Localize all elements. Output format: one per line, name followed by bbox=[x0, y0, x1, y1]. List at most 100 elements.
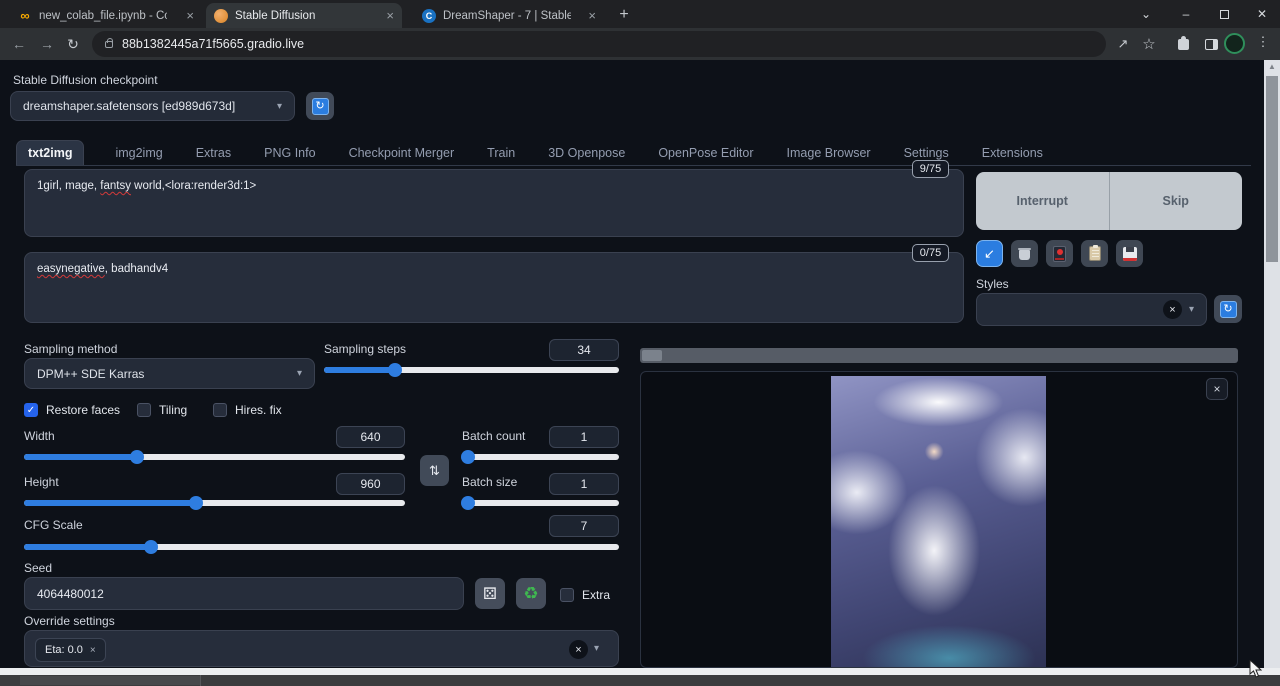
tab-txt2img[interactable]: txt2img bbox=[16, 140, 84, 165]
browser-tab-title: new_colab_file.ipynb - Colaborat bbox=[39, 10, 167, 22]
slider-thumb[interactable] bbox=[189, 496, 203, 510]
hires-fix-checkbox[interactable] bbox=[213, 403, 227, 417]
slider-thumb[interactable] bbox=[388, 363, 402, 377]
cfg-scale-slider[interactable] bbox=[24, 540, 619, 554]
clear-styles-icon[interactable]: × bbox=[1163, 300, 1182, 319]
tab-img2img[interactable]: img2img bbox=[113, 141, 164, 165]
height-value[interactable]: 960 bbox=[336, 473, 405, 495]
restore-faces-option[interactable]: ✓ Restore faces bbox=[24, 403, 120, 417]
dice-icon: ⚄ bbox=[483, 584, 497, 604]
new-tab-button[interactable]: + bbox=[612, 4, 636, 26]
slider-track bbox=[24, 500, 405, 506]
profile-avatar[interactable] bbox=[1224, 33, 1245, 54]
override-settings-label: Override settings bbox=[24, 614, 115, 628]
tab-extensions[interactable]: Extensions bbox=[980, 141, 1045, 165]
sampling-steps-slider[interactable] bbox=[324, 363, 619, 377]
clear-prompt-button[interactable] bbox=[1011, 240, 1038, 267]
browser-tab-dreamshaper[interactable]: C DreamShaper - 7 | Stable Diffusio × bbox=[414, 3, 604, 28]
width-slider[interactable] bbox=[24, 450, 405, 464]
tab-3d-openpose[interactable]: 3D Openpose bbox=[546, 141, 627, 165]
chevron-down-icon: ▾ bbox=[1189, 304, 1194, 315]
hires-fix-option[interactable]: Hires. fix bbox=[213, 403, 282, 417]
forward-button[interactable]: → bbox=[36, 34, 58, 54]
batch-size-slider[interactable] bbox=[462, 496, 619, 510]
tiling-option[interactable]: Tiling bbox=[137, 403, 187, 417]
scrollbar-thumb[interactable] bbox=[1266, 76, 1278, 262]
extensions-puzzle-icon[interactable] bbox=[1172, 35, 1194, 53]
browser-tab-colab[interactable]: ∞ new_colab_file.ipynb - Colaborat × bbox=[10, 3, 202, 28]
seed-extra-option[interactable]: Extra bbox=[560, 588, 610, 602]
reload-button[interactable]: ↻ bbox=[62, 34, 84, 54]
restore-faces-checkbox[interactable]: ✓ bbox=[24, 403, 38, 417]
extra-networks-button[interactable] bbox=[1046, 240, 1073, 267]
sampling-steps-value[interactable]: 34 bbox=[549, 339, 619, 361]
refresh-styles-button[interactable]: ↻ bbox=[1214, 295, 1242, 323]
width-value[interactable]: 640 bbox=[336, 426, 405, 448]
slider-thumb[interactable] bbox=[144, 540, 158, 554]
slider-thumb[interactable] bbox=[461, 450, 475, 464]
tab-checkpoint-merger[interactable]: Checkpoint Merger bbox=[347, 141, 457, 165]
swap-dimensions-button[interactable]: ⇅ bbox=[420, 455, 449, 486]
lock-icon[interactable] bbox=[105, 41, 113, 48]
generated-image[interactable] bbox=[831, 376, 1046, 667]
seed-input[interactable]: 4064480012 bbox=[24, 577, 464, 610]
back-button[interactable]: ← bbox=[8, 34, 30, 54]
page-scrollbar[interactable]: ▲ bbox=[1264, 60, 1280, 668]
negative-token-counter: 0/75 bbox=[912, 244, 949, 262]
styles-dropdown[interactable]: × ▾ bbox=[976, 293, 1207, 326]
browser-tab-title: DreamShaper - 7 | Stable Diffusio bbox=[443, 10, 571, 22]
bookmark-star-icon[interactable]: ☆ bbox=[1138, 35, 1160, 53]
swap-arrows-icon: ⇅ bbox=[429, 463, 440, 479]
checkpoint-dropdown[interactable]: dreamshaper.safetensors [ed989d673d] ▾ bbox=[10, 91, 295, 121]
browser-tab-title: Stable Diffusion bbox=[235, 10, 315, 22]
tab-png-info[interactable]: PNG Info bbox=[262, 141, 317, 165]
prompt-input[interactable]: 1girl, mage, fantsy world,<lora:render3d… bbox=[24, 169, 964, 237]
batch-count-slider[interactable] bbox=[462, 450, 619, 464]
tab-image-browser[interactable]: Image Browser bbox=[785, 141, 873, 165]
refresh-checkpoints-button[interactable]: ↻ bbox=[306, 92, 334, 120]
tiling-checkbox[interactable] bbox=[137, 403, 151, 417]
reuse-seed-button[interactable]: ♻ bbox=[516, 578, 546, 609]
paste-generation-params-button[interactable]: ↙ bbox=[976, 240, 1003, 267]
slider-thumb[interactable] bbox=[130, 450, 144, 464]
address-bar[interactable]: 88b1382445a71f5665.gradio.live bbox=[92, 31, 1106, 57]
slider-track bbox=[24, 544, 619, 550]
output-gallery[interactable]: × bbox=[640, 371, 1238, 668]
window-close-button[interactable]: ✕ bbox=[1244, 0, 1280, 28]
tab-openpose-editor[interactable]: OpenPose Editor bbox=[656, 141, 755, 165]
batch-size-value[interactable]: 1 bbox=[549, 473, 619, 495]
close-tab-icon[interactable]: × bbox=[386, 8, 394, 23]
height-slider[interactable] bbox=[24, 496, 405, 510]
sampling-method-dropdown[interactable]: DPM++ SDE Karras ▾ bbox=[24, 358, 315, 389]
cfg-scale-value[interactable]: 7 bbox=[549, 515, 619, 537]
scrollbar-up-icon[interactable]: ▲ bbox=[1264, 62, 1280, 71]
override-settings-dropdown[interactable]: Eta: 0.0 × × ▾ bbox=[24, 630, 619, 667]
skip-button[interactable]: Skip bbox=[1109, 172, 1243, 230]
close-tab-icon[interactable]: × bbox=[186, 8, 194, 23]
apply-style-button[interactable] bbox=[1081, 240, 1108, 267]
slider-thumb[interactable] bbox=[461, 496, 475, 510]
window-minimize-button[interactable]: – bbox=[1168, 0, 1204, 28]
cfg-scale-label: CFG Scale bbox=[24, 518, 83, 532]
window-maximize-button[interactable] bbox=[1206, 0, 1242, 28]
clear-override-icon[interactable]: × bbox=[569, 640, 588, 659]
close-image-button[interactable]: × bbox=[1206, 378, 1228, 400]
interrupt-button[interactable]: Interrupt bbox=[976, 172, 1109, 230]
override-chip-eta[interactable]: Eta: 0.0 × bbox=[35, 638, 106, 662]
extra-seed-checkbox[interactable] bbox=[560, 588, 574, 602]
batch-count-value[interactable]: 1 bbox=[549, 426, 619, 448]
side-panel-glyph bbox=[1205, 39, 1218, 50]
browser-tab-stable-diffusion[interactable]: Stable Diffusion × bbox=[206, 3, 402, 28]
save-style-button[interactable] bbox=[1116, 240, 1143, 267]
close-tab-icon[interactable]: × bbox=[588, 8, 596, 23]
tab-train[interactable]: Train bbox=[485, 141, 517, 165]
negative-prompt-input[interactable]: easynegative, badhandv4 bbox=[24, 252, 964, 323]
random-seed-button[interactable]: ⚄ bbox=[475, 578, 505, 609]
civitai-icon: C bbox=[422, 9, 436, 23]
tab-extras[interactable]: Extras bbox=[194, 141, 233, 165]
chip-close-icon[interactable]: × bbox=[90, 645, 96, 656]
share-icon[interactable]: ↗ bbox=[1112, 35, 1134, 53]
side-panel-icon[interactable] bbox=[1200, 35, 1222, 53]
window-menu-chevron-icon[interactable]: ⌄ bbox=[1128, 0, 1164, 28]
browser-menu-icon[interactable]: ⋮ bbox=[1256, 34, 1270, 54]
